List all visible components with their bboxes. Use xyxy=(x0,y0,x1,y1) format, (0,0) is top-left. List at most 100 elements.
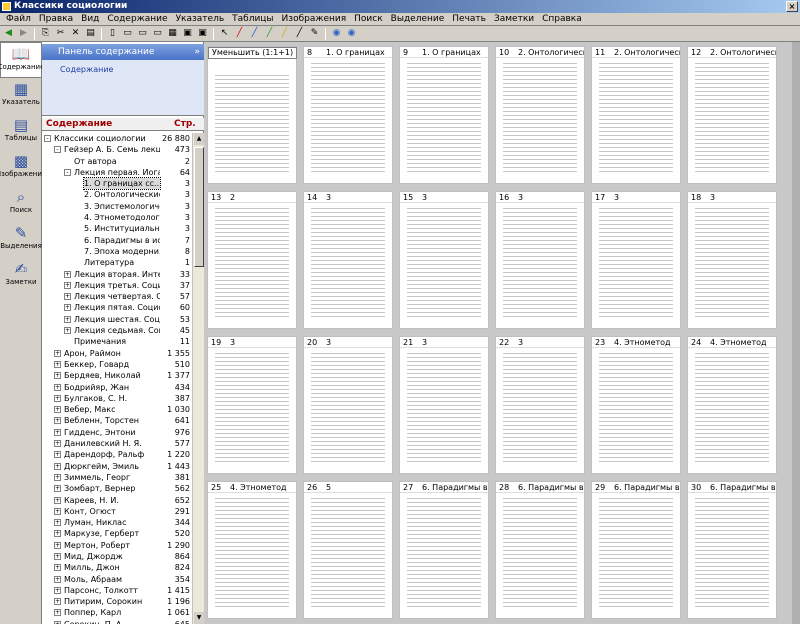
sidebar-item-4[interactable]: ⌕ Поиск xyxy=(0,186,42,222)
scroll-thumb[interactable] xyxy=(194,147,204,267)
page-single-icon[interactable]: ▯ xyxy=(106,27,119,40)
tree-row[interactable]: +Лекция седьмая. Соци... 45 xyxy=(42,325,192,336)
tree-row[interactable]: +Лекция шестая. Социол... 53 xyxy=(42,314,192,325)
expand-icon[interactable]: + xyxy=(54,575,61,583)
page-thumbnail[interactable]: 27 6. Парадигмы в xyxy=(399,481,489,619)
expand-icon[interactable]: + xyxy=(54,451,61,459)
tree-row[interactable]: 6. Парадигмы в ист... 7 xyxy=(42,235,192,246)
cursor-icon[interactable]: ↖ xyxy=(218,27,231,40)
back-icon[interactable]: ◀ xyxy=(2,27,15,40)
expand-icon[interactable]: + xyxy=(54,530,61,538)
tree-row[interactable]: 5. Институциальное... 3 xyxy=(42,223,192,234)
tree-row[interactable]: + Поппер, Карл 1 061 xyxy=(42,607,192,618)
scroll-up-icon[interactable]: ▲ xyxy=(194,133,204,145)
nav-forward-icon[interactable]: ◉ xyxy=(345,27,358,40)
paste-icon[interactable]: ▤ xyxy=(84,27,97,40)
expand-icon[interactable]: + xyxy=(54,496,61,504)
expand-icon[interactable]: + xyxy=(54,586,61,594)
page-thumbnail[interactable]: 22 3 xyxy=(495,336,585,474)
expand-icon[interactable]: + xyxy=(54,564,61,572)
tree-row[interactable]: -Лекция первая. Иоган... 64 xyxy=(42,167,192,178)
tree-row[interactable]: + Гидденс, Энтони 976 xyxy=(42,427,192,438)
page-thumbnail[interactable]: 23 4. Этнометод xyxy=(591,336,681,474)
page-thumbnail[interactable]: 10 2. Онтологические xyxy=(495,46,585,184)
tree-row[interactable]: + Зиммель, Георг 381 xyxy=(42,472,192,483)
tree-row[interactable]: От автора 2 xyxy=(42,156,192,167)
tree-row[interactable]: + Маркузе, Герберт 520 xyxy=(42,528,192,539)
sidebar-item-2[interactable]: ▤ Таблицы xyxy=(0,114,42,150)
tree-row[interactable]: +Сорокин, П. А.645 xyxy=(42,619,192,624)
expand-icon[interactable]: + xyxy=(54,473,61,481)
nav-back-icon[interactable]: ◉ xyxy=(330,27,343,40)
pen-black-icon[interactable]: ╱ xyxy=(293,27,306,40)
copy-icon[interactable]: ⎘ xyxy=(39,27,52,40)
page-thumbnail[interactable]: 25 4. Этнометод xyxy=(207,481,297,619)
tree-row[interactable]: + Луман, Никлас 344 xyxy=(42,517,192,528)
tree-row[interactable]: +Лекция вторая. Интел... 33 xyxy=(42,269,192,280)
expand-icon[interactable]: + xyxy=(54,609,61,617)
expand-icon[interactable]: + xyxy=(64,304,71,312)
tree-row[interactable]: + Мертон, Роберт 1 290 xyxy=(42,540,192,551)
expand-icon[interactable]: + xyxy=(54,507,61,515)
tree-row[interactable]: 2. Онтологические... 3 xyxy=(42,189,192,200)
collapse-icon[interactable]: - xyxy=(64,168,71,176)
menu-item-11[interactable]: Справка xyxy=(538,13,586,25)
tree-row[interactable]: Примечания 11 xyxy=(42,336,192,347)
page-thumbnail[interactable]: 16 3 xyxy=(495,191,585,329)
expand-icon[interactable]: + xyxy=(54,349,61,357)
tree-row[interactable]: + Вебер, Макс 1 030 xyxy=(42,404,192,415)
tree-row[interactable]: +Лекция третья. Социол... 37 xyxy=(42,280,192,291)
tree-row[interactable]: 7. Эпоха модерни... 8 xyxy=(42,246,192,257)
menu-item-8[interactable]: Выделение xyxy=(387,13,449,25)
expand-icon[interactable]: + xyxy=(54,462,61,470)
tree-row[interactable]: + Дюркгейм, Эмиль 1 443 xyxy=(42,461,192,472)
expand-icon[interactable]: + xyxy=(54,552,61,560)
page-fit-icon[interactable]: ▣ xyxy=(181,27,194,40)
sidebar-item-1[interactable]: ▦ Указатель xyxy=(0,78,42,114)
tree-row[interactable]: + Бердяев, Николай 1 377 xyxy=(42,370,192,381)
expand-icon[interactable]: + xyxy=(64,281,71,289)
tree-row[interactable]: 1. О границах сс... 3 xyxy=(42,177,192,191)
expand-icon[interactable]: + xyxy=(54,372,61,380)
tree-row[interactable]: - Классики социологии 26 880 xyxy=(42,133,192,144)
page-thumbnail[interactable]: 20 3 xyxy=(303,336,393,474)
sidebar-item-6[interactable]: ✍ Заметки xyxy=(0,258,42,294)
page-thumbnail[interactable]: 19 3 xyxy=(207,336,297,474)
menu-item-7[interactable]: Поиск xyxy=(350,13,387,25)
tree-row[interactable]: + Милль, Джон 824 xyxy=(42,562,192,573)
expand-icon[interactable]: + xyxy=(64,270,71,278)
tree-row[interactable]: + Арон, Раймон 1 355 xyxy=(42,348,192,359)
expand-icon[interactable]: + xyxy=(54,440,61,448)
expand-icon[interactable]: + xyxy=(54,541,61,549)
tree-row[interactable]: +Лекция пятая. Социол... 60 xyxy=(42,302,192,313)
page-thumbnail[interactable]: 14 3 xyxy=(303,191,393,329)
menu-item-2[interactable]: Вид xyxy=(77,13,103,25)
pen-yellow-icon[interactable]: ╱ xyxy=(278,27,291,40)
note-icon[interactable]: ✎ xyxy=(308,27,321,40)
tree-row[interactable]: 4. Этнометодолог... 3 xyxy=(42,212,192,223)
page-thumbnail[interactable]: 18 3 xyxy=(687,191,777,329)
tree-row[interactable]: + Булгаков, С. Н. 387 xyxy=(42,393,192,404)
panel-header[interactable]: Панель содержание » xyxy=(42,44,204,60)
menu-item-9[interactable]: Печать xyxy=(448,13,490,25)
page-thumbnail[interactable]: 12 2. Онтологические xyxy=(687,46,777,184)
tree-row[interactable]: + Моль, Абраам 354 xyxy=(42,574,192,585)
expand-icon[interactable]: + xyxy=(54,406,61,414)
expand-icon[interactable]: + xyxy=(54,360,61,368)
close-x-icon[interactable]: ✕ xyxy=(69,27,82,40)
chevron-collapse-icon[interactable]: » xyxy=(194,44,200,60)
tree-row[interactable]: + Данилевский Н. Я. 577 xyxy=(42,438,192,449)
forward-icon[interactable]: ▶ xyxy=(17,27,30,40)
page-thumbnail[interactable]: 11 2. Онтологические xyxy=(591,46,681,184)
column-title[interactable]: Содержание xyxy=(46,118,112,131)
expand-icon[interactable]: + xyxy=(64,293,71,301)
viewer-scrollbar[interactable] xyxy=(792,42,800,624)
page-double-icon[interactable]: ▭ xyxy=(121,27,134,40)
tree-row[interactable]: + Дарендорф, Ральф 1 220 xyxy=(42,449,192,460)
tree-row[interactable]: + Кареев, Н. И. 652 xyxy=(42,495,192,506)
contents-link[interactable]: Содержание xyxy=(60,65,113,74)
scroll-down-icon[interactable]: ▼ xyxy=(194,612,204,624)
page-thumbnail[interactable]: 28 6. Парадигмы в xyxy=(495,481,585,619)
tree-scrollbar[interactable]: ▲ ▼ xyxy=(192,133,204,624)
tree-row[interactable]: -Гейзер А. Б. Семь лекци... 473 xyxy=(42,144,192,155)
